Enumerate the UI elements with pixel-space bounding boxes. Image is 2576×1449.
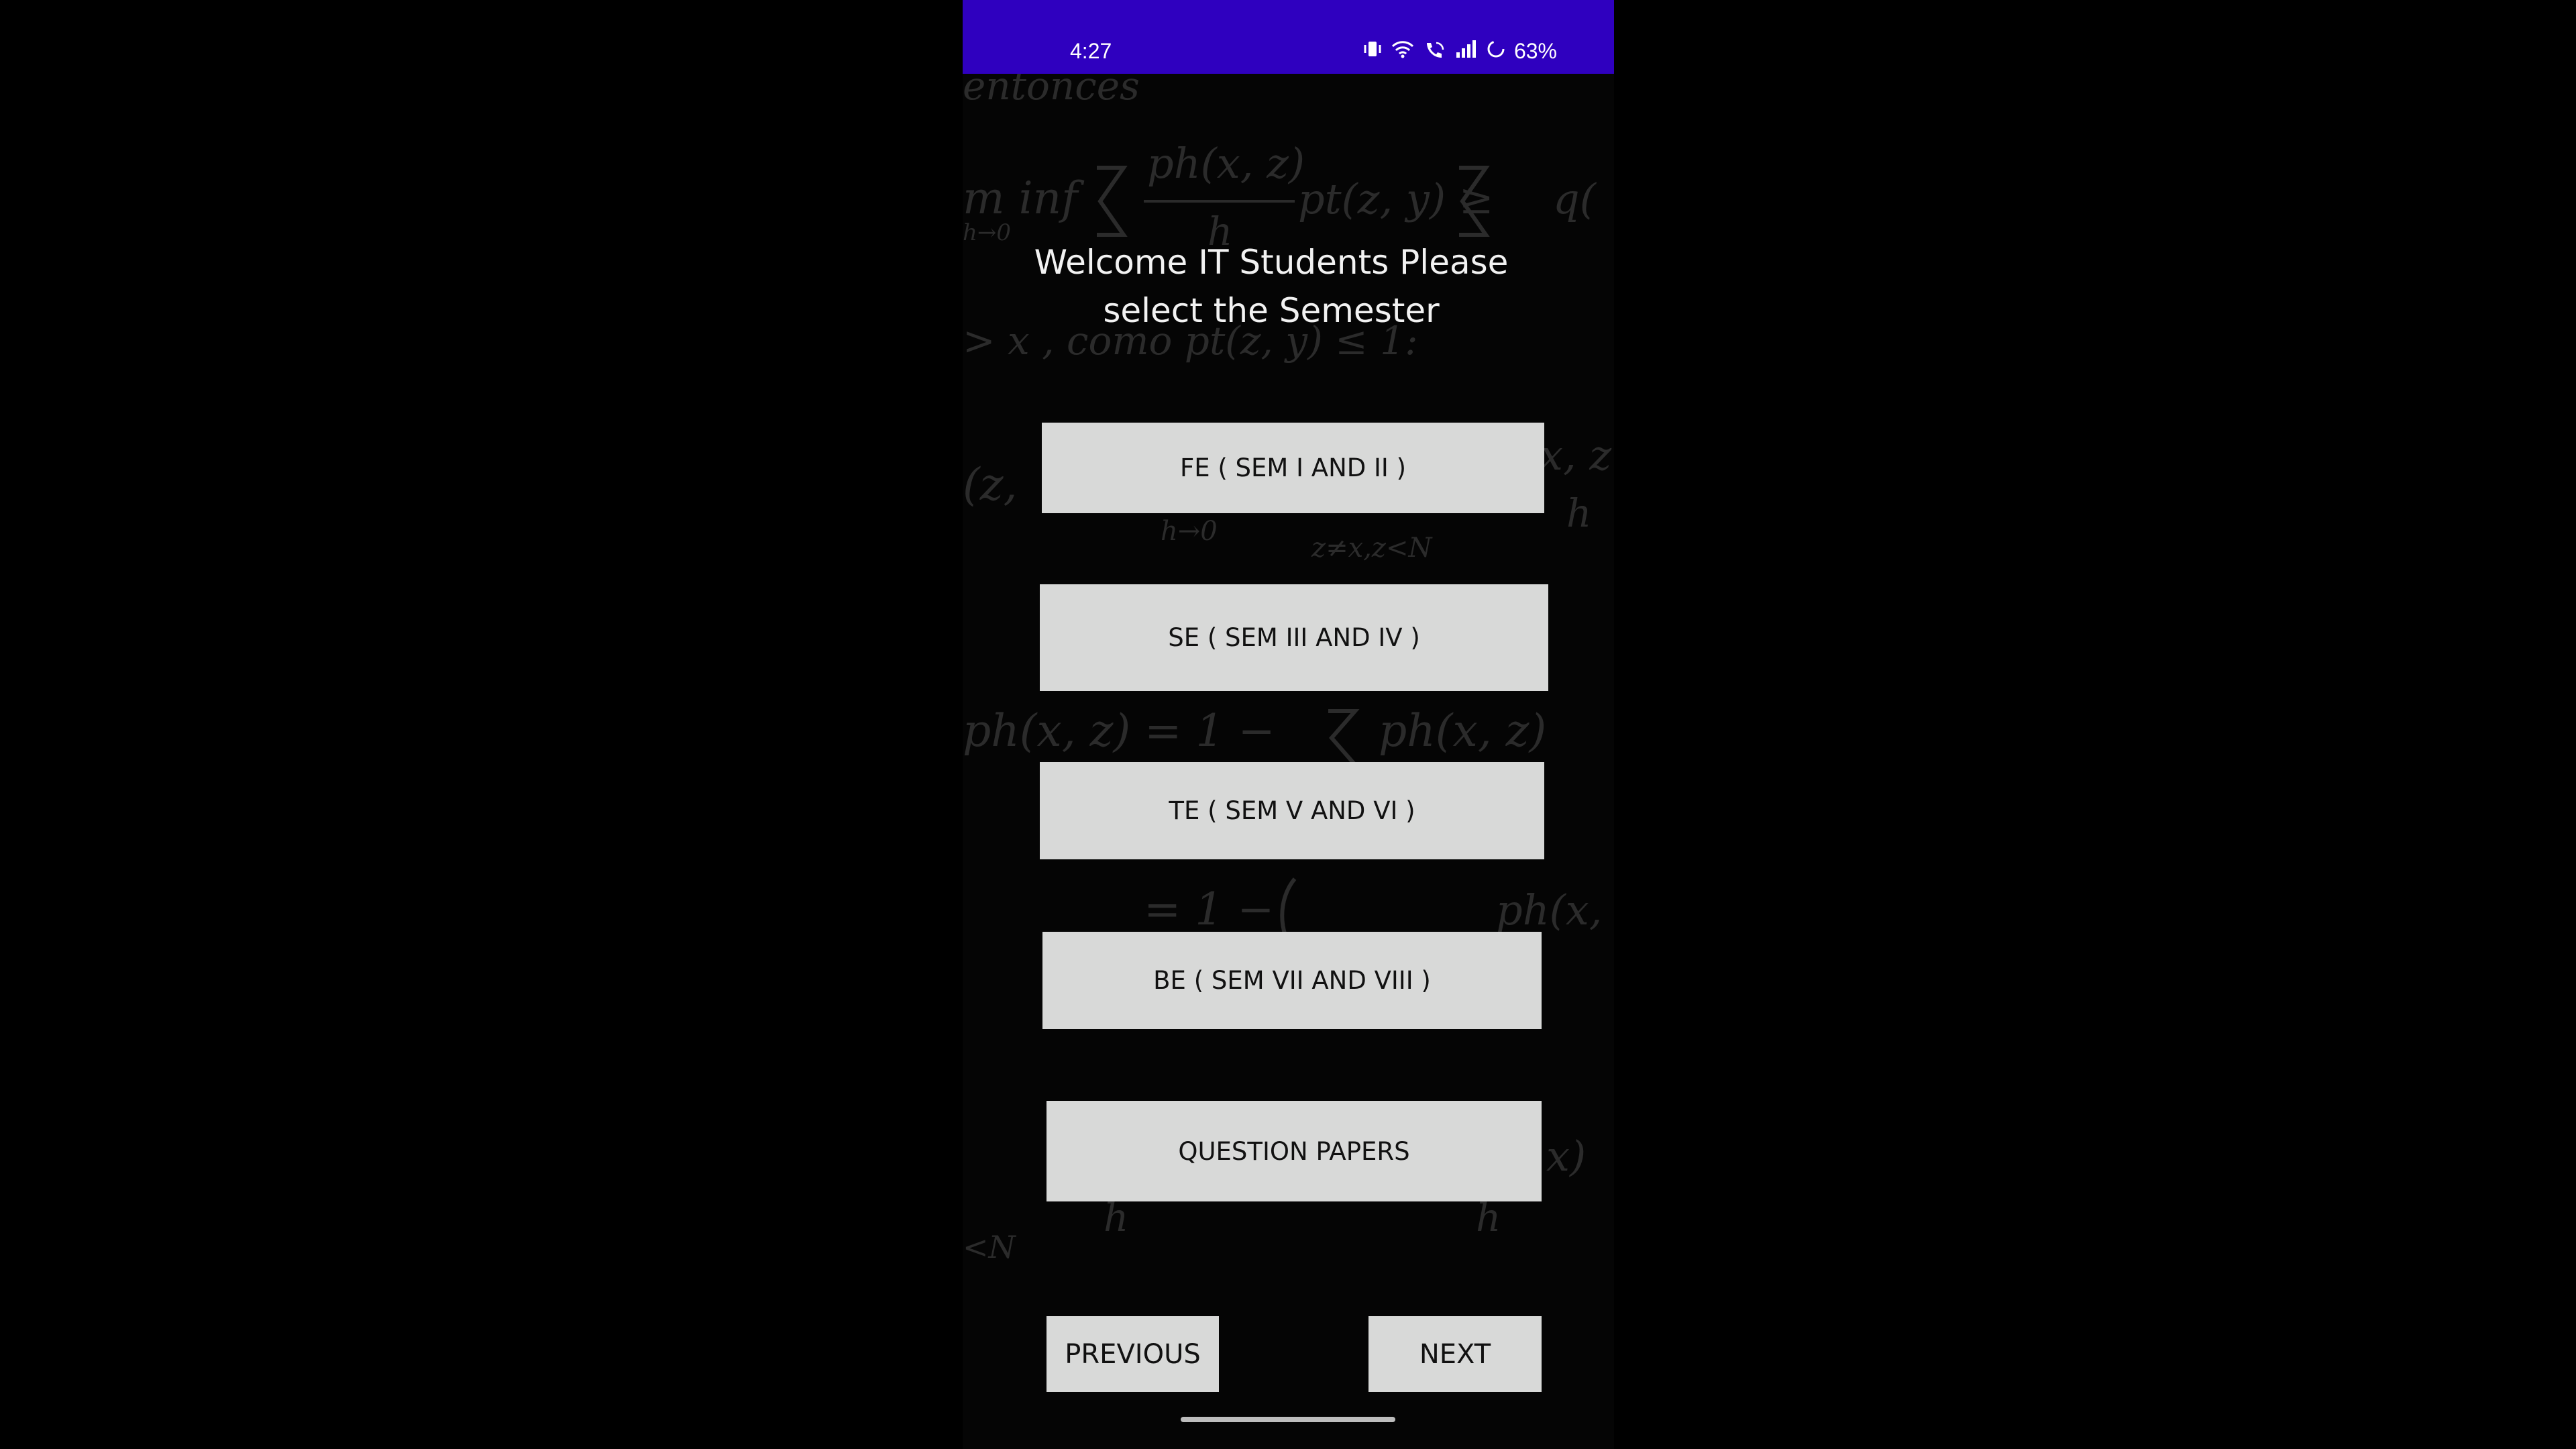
bg-math-text: x, z bbox=[1540, 431, 1611, 480]
bg-math-text: x) bbox=[1546, 1132, 1586, 1181]
bg-math-text: ph(x, z) bbox=[1147, 139, 1305, 188]
wifi-calling-icon bbox=[1423, 39, 1447, 64]
bg-math-text: h bbox=[1104, 1195, 1128, 1240]
next-button[interactable]: NEXT bbox=[1368, 1316, 1542, 1392]
question-papers-button[interactable]: QUESTION PAPERS bbox=[1046, 1101, 1542, 1201]
bg-math-text: q( bbox=[1553, 174, 1597, 223]
bg-math-text: h bbox=[1566, 490, 1591, 536]
previous-button[interactable]: PREVIOUS bbox=[1046, 1316, 1219, 1392]
te-semester-button[interactable]: TE ( SEM V AND VI ) bbox=[1040, 762, 1544, 859]
bg-math-text: ph(x, bbox=[1496, 885, 1602, 934]
bg-math-text: ph(x, z) bbox=[1379, 705, 1546, 757]
bg-math-text: m inf bbox=[963, 172, 1085, 224]
wifi-icon bbox=[1391, 39, 1415, 64]
bg-math-text: = 1 − bbox=[1144, 883, 1275, 935]
bg-math-text: (z, bbox=[963, 459, 1018, 511]
fe-semester-button[interactable]: FE ( SEM I AND II ) bbox=[1042, 423, 1544, 513]
home-indicator[interactable] bbox=[1181, 1417, 1395, 1422]
page-title: Welcome IT Students Please select the Se… bbox=[1003, 238, 1540, 335]
status-time: 4:27 bbox=[1070, 39, 1112, 63]
be-semester-button[interactable]: BE ( SEM VII AND VIII ) bbox=[1042, 932, 1542, 1029]
title-line-2: select the Semester bbox=[1103, 291, 1440, 330]
battery-icon bbox=[1486, 39, 1506, 64]
status-bar: 4:27 63% bbox=[963, 0, 1614, 74]
se-semester-button[interactable]: SE ( SEM III AND IV ) bbox=[1040, 584, 1548, 691]
signal-icon bbox=[1455, 39, 1478, 64]
battery-percent: 63% bbox=[1513, 39, 1557, 63]
bg-math-text: pt(z, y) ≥ bbox=[1298, 174, 1494, 223]
status-icons: 63% bbox=[1362, 39, 1557, 64]
bg-math-text: h bbox=[1476, 1195, 1501, 1240]
vibrate-icon bbox=[1362, 39, 1383, 64]
bg-math-text: ph(x, z) = 1 − bbox=[963, 705, 1275, 757]
math-background-image: entonces m inf h→0 ph(x, z) h pt(z, y) ≥… bbox=[963, 0, 1614, 1449]
bg-math-text: z≠x,z<N bbox=[1311, 533, 1433, 564]
bg-math-text: h→0 bbox=[1161, 516, 1218, 547]
app-screen: entonces m inf h→0 ph(x, z) h pt(z, y) ≥… bbox=[963, 0, 1614, 1449]
title-line-1: Welcome IT Students Please bbox=[1034, 243, 1509, 282]
bg-math-text: <N bbox=[963, 1229, 1017, 1265]
